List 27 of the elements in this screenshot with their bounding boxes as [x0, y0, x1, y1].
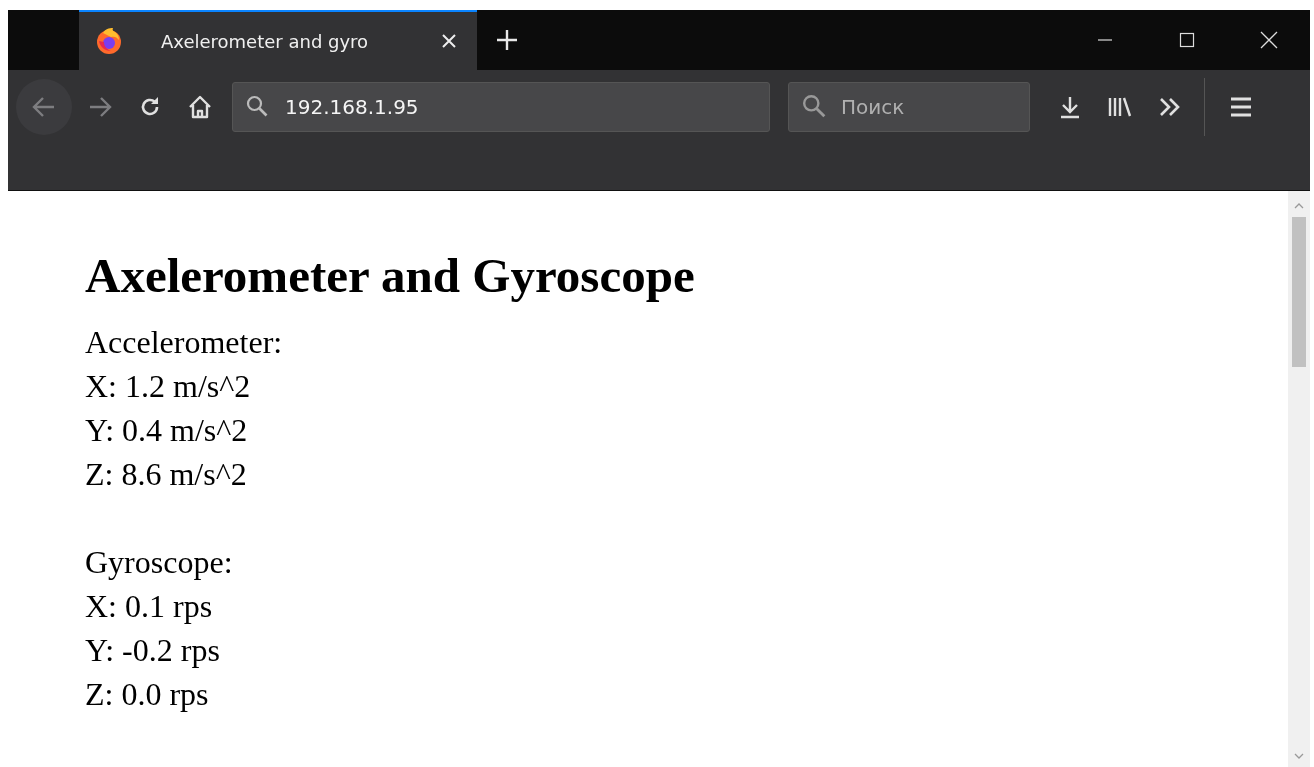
reading-text: X: 1.2 m/s^2 — [85, 366, 252, 406]
search-field[interactable]: Поиск — [788, 82, 1030, 132]
scrollbar[interactable] — [1288, 191, 1310, 767]
scroll-down-icon — [1294, 753, 1304, 759]
browser-logo-icon — [95, 27, 123, 55]
page-heading: Axelerometer and Gyroscope — [85, 247, 696, 305]
library-icon — [1107, 95, 1133, 119]
reading-text: X: 0.1 rps — [85, 586, 214, 626]
reading-text: Z: 8.6 m/s^2 — [85, 454, 248, 494]
home-icon — [187, 94, 213, 120]
section-title: Accelerometer: — [85, 322, 284, 362]
scroll-thumb[interactable] — [1292, 217, 1306, 367]
maximize-icon — [1179, 32, 1195, 48]
plus-icon — [495, 28, 519, 52]
scroll-up-icon — [1294, 203, 1304, 209]
section-title: Gyroscope: — [85, 542, 234, 582]
download-icon — [1058, 95, 1082, 119]
tab-title: Axelerometer and gyro — [161, 30, 370, 52]
reading-text: Y: 0.4 m/s^2 — [85, 410, 249, 450]
close-icon — [1260, 31, 1278, 49]
menu-icon — [1229, 96, 1253, 118]
reading-text: Y: -0.2 rps — [85, 630, 221, 670]
address-bar[interactable]: 192.168.1.95 — [232, 82, 770, 132]
close-icon — [441, 33, 457, 49]
browser-tab[interactable]: Axelerometer and gyro — [79, 10, 477, 70]
reading-text: Z: 0.0 rps — [85, 674, 210, 714]
minimize-icon — [1097, 39, 1113, 41]
